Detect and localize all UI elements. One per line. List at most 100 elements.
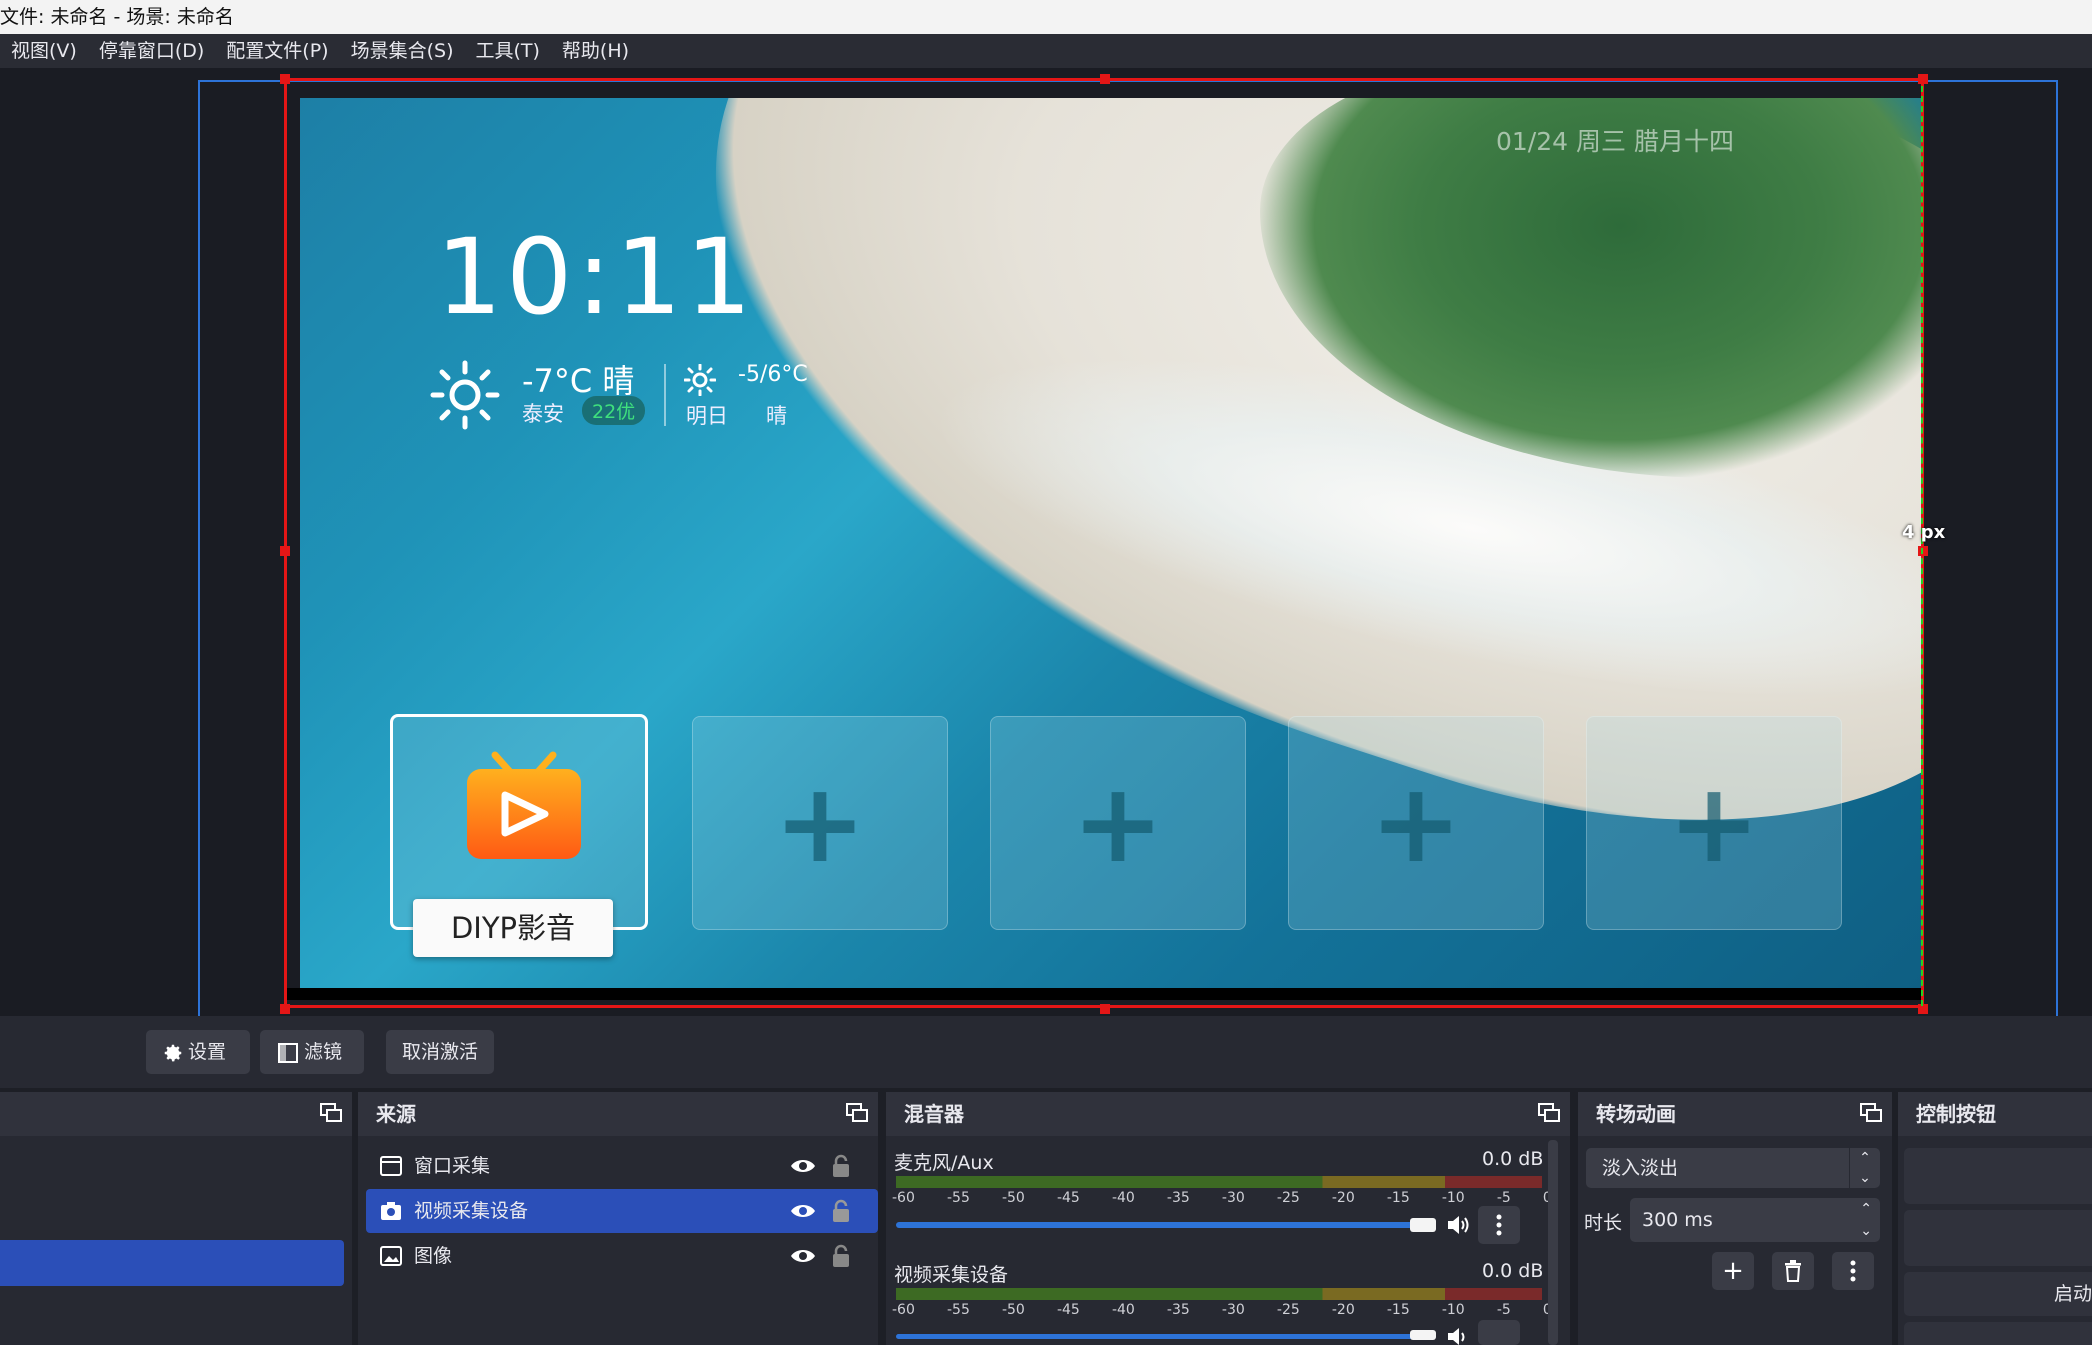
tick: -45: [1056, 1190, 1080, 1206]
visibility-eye-icon[interactable]: [790, 1156, 816, 1176]
channel-menu-button[interactable]: [1478, 1206, 1520, 1244]
filters-label: 滤镜: [304, 1041, 343, 1063]
speaker-icon[interactable]: [1446, 1214, 1472, 1236]
speaker-icon[interactable]: [1446, 1326, 1472, 1345]
tick: -5: [1496, 1302, 1511, 1318]
visibility-eye-icon[interactable]: [790, 1246, 816, 1266]
add-app-tile-4[interactable]: +: [1586, 716, 1842, 930]
add-transition-button[interactable]: +: [1712, 1252, 1754, 1290]
mixer-scrollbar[interactable]: [1548, 1140, 1558, 1345]
source-label: 图像: [414, 1245, 453, 1267]
settings-button[interactable]: 设置: [146, 1030, 250, 1074]
menu-profile[interactable]: 配置文件(P): [215, 34, 339, 68]
snap-guide-line: [1921, 86, 1923, 1006]
menu-tools[interactable]: 工具(T): [464, 34, 550, 68]
tick: -20: [1331, 1302, 1355, 1318]
menu-docks[interactable]: 停靠窗口(D): [88, 34, 215, 68]
start-virtual-camera-button[interactable]: 启动: [1904, 1272, 2092, 1316]
resize-handle-top-left[interactable]: [280, 74, 290, 84]
duration-spinbox[interactable]: 300 ms ⌃ ⌄: [1630, 1198, 1880, 1242]
tick: -35: [1166, 1190, 1190, 1206]
studio-mode-button[interactable]: [1904, 1322, 2092, 1345]
transitions-dock-header: 转场动画: [1578, 1092, 1892, 1136]
start-streaming-button[interactable]: [1904, 1148, 2092, 1204]
resize-handle-bottom[interactable]: [1100, 1004, 1110, 1014]
app-tile-diyp[interactable]: DIYP影音: [390, 714, 648, 957]
gear-icon: [164, 1044, 182, 1062]
scenes-dock: [0, 1092, 352, 1345]
remove-transition-button[interactable]: [1772, 1252, 1814, 1290]
kebab-icon: [1496, 1214, 1502, 1236]
spin-arrows-icon[interactable]: ⌃ ⌄: [1860, 1198, 1872, 1242]
weather-divider: [664, 364, 666, 426]
lock-icon[interactable]: [832, 1154, 850, 1178]
volume-slider[interactable]: [896, 1222, 1432, 1228]
scene-row-selected[interactable]: [0, 1240, 344, 1286]
tick: -30: [1221, 1302, 1245, 1318]
window-title: 文件: 未命名 - 场景: 未命名: [0, 0, 2092, 34]
menu-help[interactable]: 帮助(H): [551, 34, 640, 68]
tick: -20: [1331, 1190, 1355, 1206]
volume-slider[interactable]: [896, 1334, 1432, 1339]
volume-slider-handle[interactable]: [1410, 1330, 1436, 1340]
plus-icon: +: [1369, 759, 1463, 887]
tick: -35: [1166, 1302, 1190, 1318]
tick: -5: [1496, 1190, 1511, 1206]
volume-slider-handle[interactable]: [1410, 1218, 1436, 1232]
tick: -10: [1441, 1302, 1465, 1318]
resize-handle-top[interactable]: [1100, 74, 1110, 84]
plus-icon: +: [1722, 1256, 1744, 1286]
audio-meter: [896, 1288, 1542, 1300]
resize-handle-left[interactable]: [280, 546, 290, 556]
add-app-tile-2[interactable]: +: [990, 716, 1246, 930]
image-icon: [380, 1246, 402, 1266]
air-quality-badge: 22优: [582, 396, 646, 425]
undock-icon[interactable]: [320, 1103, 342, 1123]
tick: -10: [1441, 1190, 1465, 1206]
distance-label: 4 px: [1902, 522, 1946, 543]
preview-area[interactable]: 01/24 周三 腊月十四 10:11 -7°C 晴 泰安 22优 -5/6°C…: [0, 68, 2092, 1016]
source-row-window-capture[interactable]: 窗口采集: [366, 1144, 878, 1188]
tick: -50: [1001, 1302, 1025, 1318]
filters-button[interactable]: 滤镜: [260, 1030, 364, 1074]
mixer-title: 混音器: [904, 1102, 964, 1126]
source-label: 视频采集设备: [414, 1200, 529, 1222]
tick: -55: [946, 1302, 970, 1318]
filter-icon: [278, 1043, 298, 1063]
transition-menu-button[interactable]: [1832, 1252, 1874, 1290]
transition-select[interactable]: 淡入淡出 ⌃ ⌄: [1586, 1148, 1880, 1188]
source-row-image[interactable]: 图像: [366, 1234, 878, 1278]
source-row-video-capture[interactable]: 视频采集设备: [366, 1189, 878, 1233]
add-app-tile-1[interactable]: +: [692, 716, 948, 930]
tomorrow-condition: 晴: [766, 404, 787, 428]
start-recording-button[interactable]: [1904, 1210, 2092, 1266]
resize-handle-top-right[interactable]: [1918, 74, 1928, 84]
tick: -45: [1056, 1302, 1080, 1318]
resize-handle-right[interactable]: [1918, 546, 1928, 556]
tick: -25: [1276, 1190, 1300, 1206]
visibility-eye-icon[interactable]: [790, 1201, 816, 1221]
undock-icon[interactable]: [1860, 1103, 1882, 1123]
menu-view[interactable]: 视图(V): [0, 34, 88, 68]
tick: -40: [1111, 1302, 1135, 1318]
plus-icon: +: [1667, 759, 1761, 887]
duration-value: 300 ms: [1642, 1209, 1713, 1231]
channel-menu-button[interactable]: [1478, 1320, 1520, 1345]
meter-ticks: -60-55-50-45-40-35-30-25-20-15-10-50: [892, 1190, 1552, 1206]
add-app-tile-3[interactable]: +: [1288, 716, 1544, 930]
video-capture-source[interactable]: 01/24 周三 腊月十四 10:11 -7°C 晴 泰安 22优 -5/6°C…: [300, 98, 1922, 988]
undock-icon[interactable]: [846, 1103, 868, 1123]
source-label: 窗口采集: [414, 1155, 491, 1177]
lock-icon[interactable]: [832, 1244, 850, 1268]
tick: -60: [892, 1190, 915, 1206]
deactivate-button[interactable]: 取消激活: [386, 1030, 495, 1074]
tomorrow-temperature: -5/6°C: [738, 362, 808, 387]
menu-scene-collection[interactable]: 场景集合(S): [340, 34, 465, 68]
resize-handle-bottom-right[interactable]: [1918, 1004, 1928, 1014]
app-tile-label: DIYP影音: [413, 899, 613, 957]
resize-handle-bottom-left[interactable]: [280, 1004, 290, 1014]
lock-icon[interactable]: [832, 1199, 850, 1223]
undock-icon[interactable]: [1538, 1103, 1560, 1123]
menu-bar: 视图(V) 停靠窗口(D) 配置文件(P) 场景集合(S) 工具(T) 帮助(H…: [0, 34, 2092, 68]
tv-app-icon: [467, 751, 581, 859]
